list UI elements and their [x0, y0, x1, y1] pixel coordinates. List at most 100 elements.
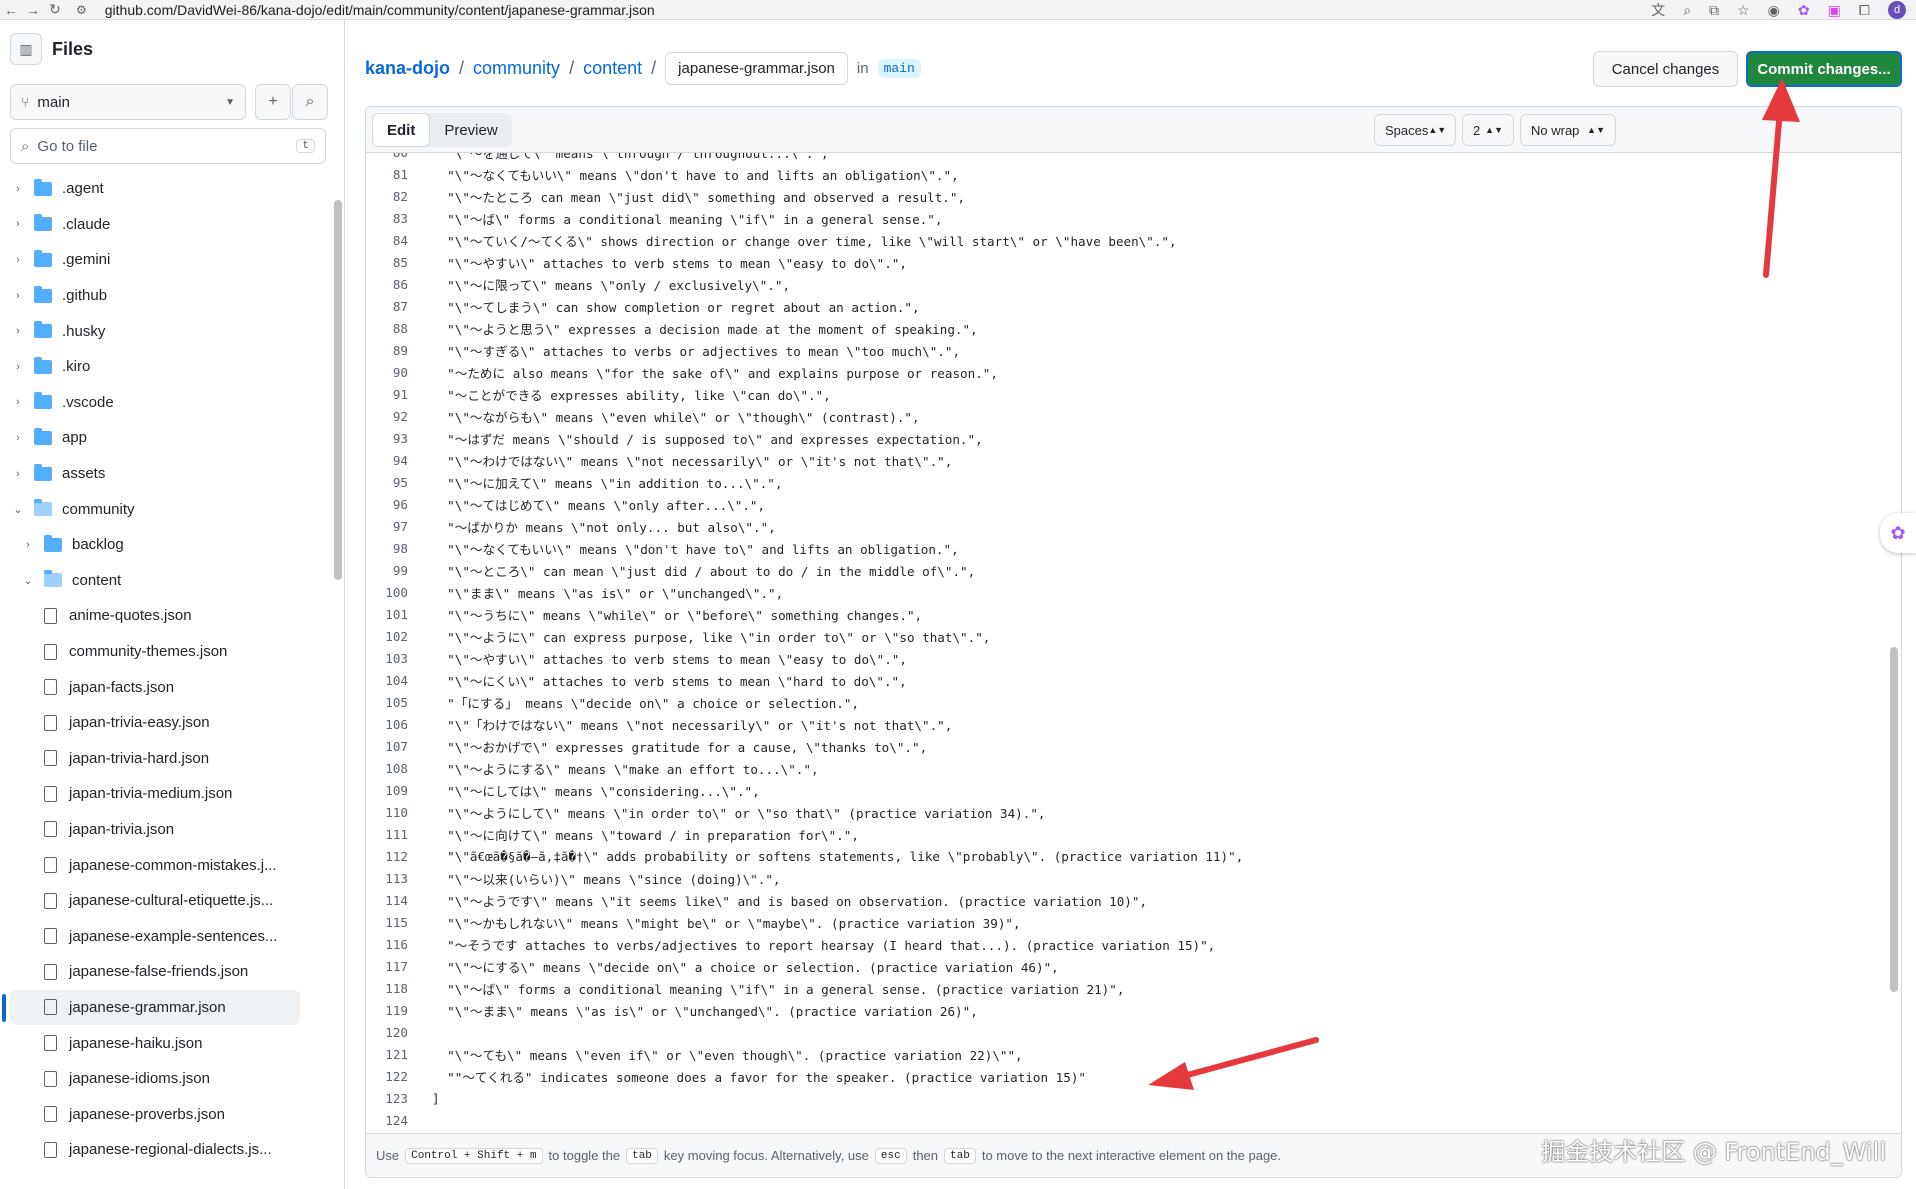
tree-folder[interactable]: › .vscode — [0, 385, 334, 421]
chevron-right-icon[interactable]: › — [10, 254, 26, 266]
tree-file[interactable]: japanese-common-mistakes.j... — [0, 847, 334, 883]
tree-folder[interactable]: › app — [0, 420, 334, 456]
zoom-icon[interactable]: ⌕ — [1683, 2, 1691, 19]
extension-brain-icon[interactable]: ✿ — [1798, 2, 1810, 19]
tree-folder[interactable]: › .github — [0, 278, 334, 314]
code-line[interactable]: 99 "\"～ところ\" can mean \"just did / about… — [366, 559, 1901, 581]
code-line[interactable]: 124 — [366, 1109, 1901, 1129]
tree-folder[interactable]: › .agent — [0, 171, 334, 207]
code-line[interactable]: 117 "\"～にする\" means \"decide on\" a choi… — [366, 955, 1901, 977]
chevron-right-icon[interactable]: › — [10, 432, 26, 444]
breadcrumb-content[interactable]: content — [583, 58, 642, 79]
code-line[interactable]: 95 "\"～に加えて\" means \"in addition to...\… — [366, 471, 1901, 493]
chevron-right-icon[interactable]: › — [20, 539, 36, 551]
go-to-file-input[interactable]: ⌕ Go to file t — [10, 128, 326, 164]
code-line[interactable]: 92 "\"～ながらも\" means \"even while\" or \"… — [366, 405, 1901, 427]
filename-input[interactable]: japanese-grammar.json — [665, 52, 848, 85]
tree-file[interactable]: japanese-proverbs.json — [0, 1096, 334, 1132]
code-line[interactable]: 97 "～ばかりか means \"not only... but also\"… — [366, 515, 1901, 537]
code-line[interactable]: 103 "\"～やすい\" attaches to verb stems to … — [366, 647, 1901, 669]
sidebar-scrollbar[interactable] — [334, 200, 342, 580]
extension-robot-icon[interactable]: ◉ — [1768, 2, 1780, 19]
code-line[interactable]: 118 "\"～ば\" forms a conditional meaning … — [366, 977, 1901, 999]
code-line[interactable]: 116 "～そうです attaches to verbs/adjectives … — [366, 933, 1901, 955]
breadcrumb-repo[interactable]: kana-dojo — [365, 58, 450, 79]
search-files-button[interactable]: ⌕ — [292, 84, 328, 120]
breadcrumb-community[interactable]: community — [473, 58, 560, 79]
code-line[interactable]: 82 "\"～たところ can mean \"just did\" someth… — [366, 185, 1901, 207]
profile-avatar[interactable]: d — [1888, 1, 1906, 19]
code-line[interactable]: 109 "\"～にしては\" means \"considering...\".… — [366, 779, 1901, 801]
cancel-changes-button[interactable]: Cancel changes — [1593, 51, 1738, 87]
tree-file[interactable]: japanese-grammar.json — [2, 989, 300, 1026]
code-line[interactable]: 98 "\"～なくてもいい\" means \"don't have to\" … — [366, 537, 1901, 559]
commit-changes-button[interactable]: Commit changes... — [1746, 51, 1902, 87]
tree-folder[interactable]: › .gemini — [0, 242, 334, 278]
code-line[interactable]: 123] — [366, 1087, 1901, 1109]
tree-file[interactable]: japanese-regional-dialects.js... — [0, 1132, 334, 1168]
indent-mode-select[interactable]: Spaces ▲▼ — [1374, 114, 1456, 146]
translate-icon[interactable]: 文 — [1651, 0, 1665, 20]
chevron-right-icon[interactable]: › — [10, 361, 26, 373]
tree-file[interactable]: japan-trivia-easy.json — [0, 705, 334, 741]
code-line[interactable]: 111 "\"～に向けて\" means \"toward / in prepa… — [366, 823, 1901, 845]
code-line[interactable]: 87 "\"～てしまう\" can show completion or reg… — [366, 295, 1901, 317]
code-line[interactable]: 90 "～ために also means \"for the sake of\" … — [366, 361, 1901, 383]
forward-icon[interactable]: → — [22, 2, 44, 18]
code-line[interactable]: 121 "\"～ても\" means \"even if\" or \"even… — [366, 1043, 1901, 1065]
wrap-mode-select[interactable]: No wrap ▲▼ — [1520, 114, 1616, 146]
code-line[interactable]: 107 "\"～おかげで\" expresses gratitude for a… — [366, 735, 1901, 757]
branch-selector[interactable]: ⑂ main ▼ — [10, 84, 246, 120]
tree-file[interactable]: japanese-false-friends.json — [0, 954, 334, 990]
install-icon[interactable]: ⧉ — [1709, 2, 1719, 19]
tree-folder[interactable]: › .claude — [0, 207, 334, 243]
indent-size-select[interactable]: 2 ▲▼ — [1462, 114, 1514, 146]
add-file-button[interactable]: + — [255, 84, 291, 120]
code-line[interactable]: 85 "\"～やすい\" attaches to verb stems to m… — [366, 251, 1901, 273]
code-line[interactable]: 120 — [366, 1021, 1901, 1043]
code-line[interactable]: 89 "\"～すぎる\" attaches to verbs or adject… — [366, 339, 1901, 361]
code-line[interactable]: 119 "\"～まま\" means \"as is\" or \"unchan… — [366, 999, 1901, 1021]
chevron-down-icon[interactable]: ⌄ — [10, 503, 26, 516]
chevron-right-icon[interactable]: › — [10, 218, 26, 230]
tree-file[interactable]: japanese-cultural-etiquette.js... — [0, 883, 334, 919]
tree-file[interactable]: japan-trivia-medium.json — [0, 776, 334, 812]
tree-folder[interactable]: ⌄ content — [0, 563, 334, 599]
tree-file[interactable]: japan-facts.json — [0, 669, 334, 705]
code-line[interactable]: 114 "\"～ようです\" means \"it seems like\" a… — [366, 889, 1901, 911]
code-line[interactable]: 105 "「にする」 means \"decide on\" a choice … — [366, 691, 1901, 713]
code-area[interactable]: 80 "\"～を通じて\" means \"through / througho… — [366, 153, 1901, 1129]
chevron-right-icon[interactable]: › — [10, 183, 26, 195]
code-line[interactable]: 96 "\"～てはじめて\" means \"only after...\"."… — [366, 493, 1901, 515]
code-line[interactable]: 106 "\"「わけではない\" means \"not necessarily… — [366, 713, 1901, 735]
reload-icon[interactable]: ↻ — [44, 1, 66, 18]
tree-folder[interactable]: › assets — [0, 456, 334, 492]
code-line[interactable]: 93 "～はずだ means \"should / is supposed to… — [366, 427, 1901, 449]
tree-file[interactable]: japan-trivia.json — [0, 812, 334, 848]
chevron-right-icon[interactable]: › — [10, 396, 26, 408]
code-line[interactable]: 102 "\"～ように\" can express purpose, like … — [366, 625, 1901, 647]
editor-scrollbar[interactable] — [1890, 647, 1898, 992]
back-icon[interactable]: ← — [0, 2, 22, 18]
tab-preview[interactable]: Preview — [430, 113, 511, 147]
code-line[interactable]: 122 ""～てくれる" indicates someone does a fa… — [366, 1065, 1901, 1087]
code-line[interactable]: 84 "\"～ていく/～てくる\" shows direction or cha… — [366, 229, 1901, 251]
code-line[interactable]: 80 "\"～を通じて\" means \"through / througho… — [366, 153, 1901, 163]
site-info-icon[interactable]: ⚙ — [76, 3, 87, 17]
code-line[interactable]: 112 "\"ã€œã�§ã�—ã‚‡ã�†\" adds probabilit… — [366, 845, 1901, 867]
tab-edit[interactable]: Edit — [372, 113, 431, 147]
tree-file[interactable]: japan-trivia-hard.json — [0, 741, 334, 777]
tree-file[interactable]: community-themes.json — [0, 634, 334, 670]
bookmark-star-icon[interactable]: ☆ — [1737, 2, 1750, 19]
code-line[interactable]: 88 "\"～ようと思う\" expresses a decision made… — [366, 317, 1901, 339]
tree-file[interactable]: anime-quotes.json — [0, 598, 334, 634]
collapse-sidebar-icon[interactable]: ▥ — [10, 33, 42, 65]
code-line[interactable]: 81 "\"～なくてもいい\" means \"don't have to an… — [366, 163, 1901, 185]
chevron-down-icon[interactable]: ⌄ — [20, 574, 36, 587]
code-line[interactable]: 94 "\"～わけではない\" means \"not necessarily\… — [366, 449, 1901, 471]
tree-file[interactable]: japanese-idioms.json — [0, 1061, 334, 1097]
chevron-right-icon[interactable]: › — [10, 290, 26, 302]
tree-folder[interactable]: › .husky — [0, 313, 334, 349]
tree-folder[interactable]: › backlog — [0, 527, 334, 563]
floating-assistant-icon[interactable]: ✿ — [1880, 513, 1916, 553]
